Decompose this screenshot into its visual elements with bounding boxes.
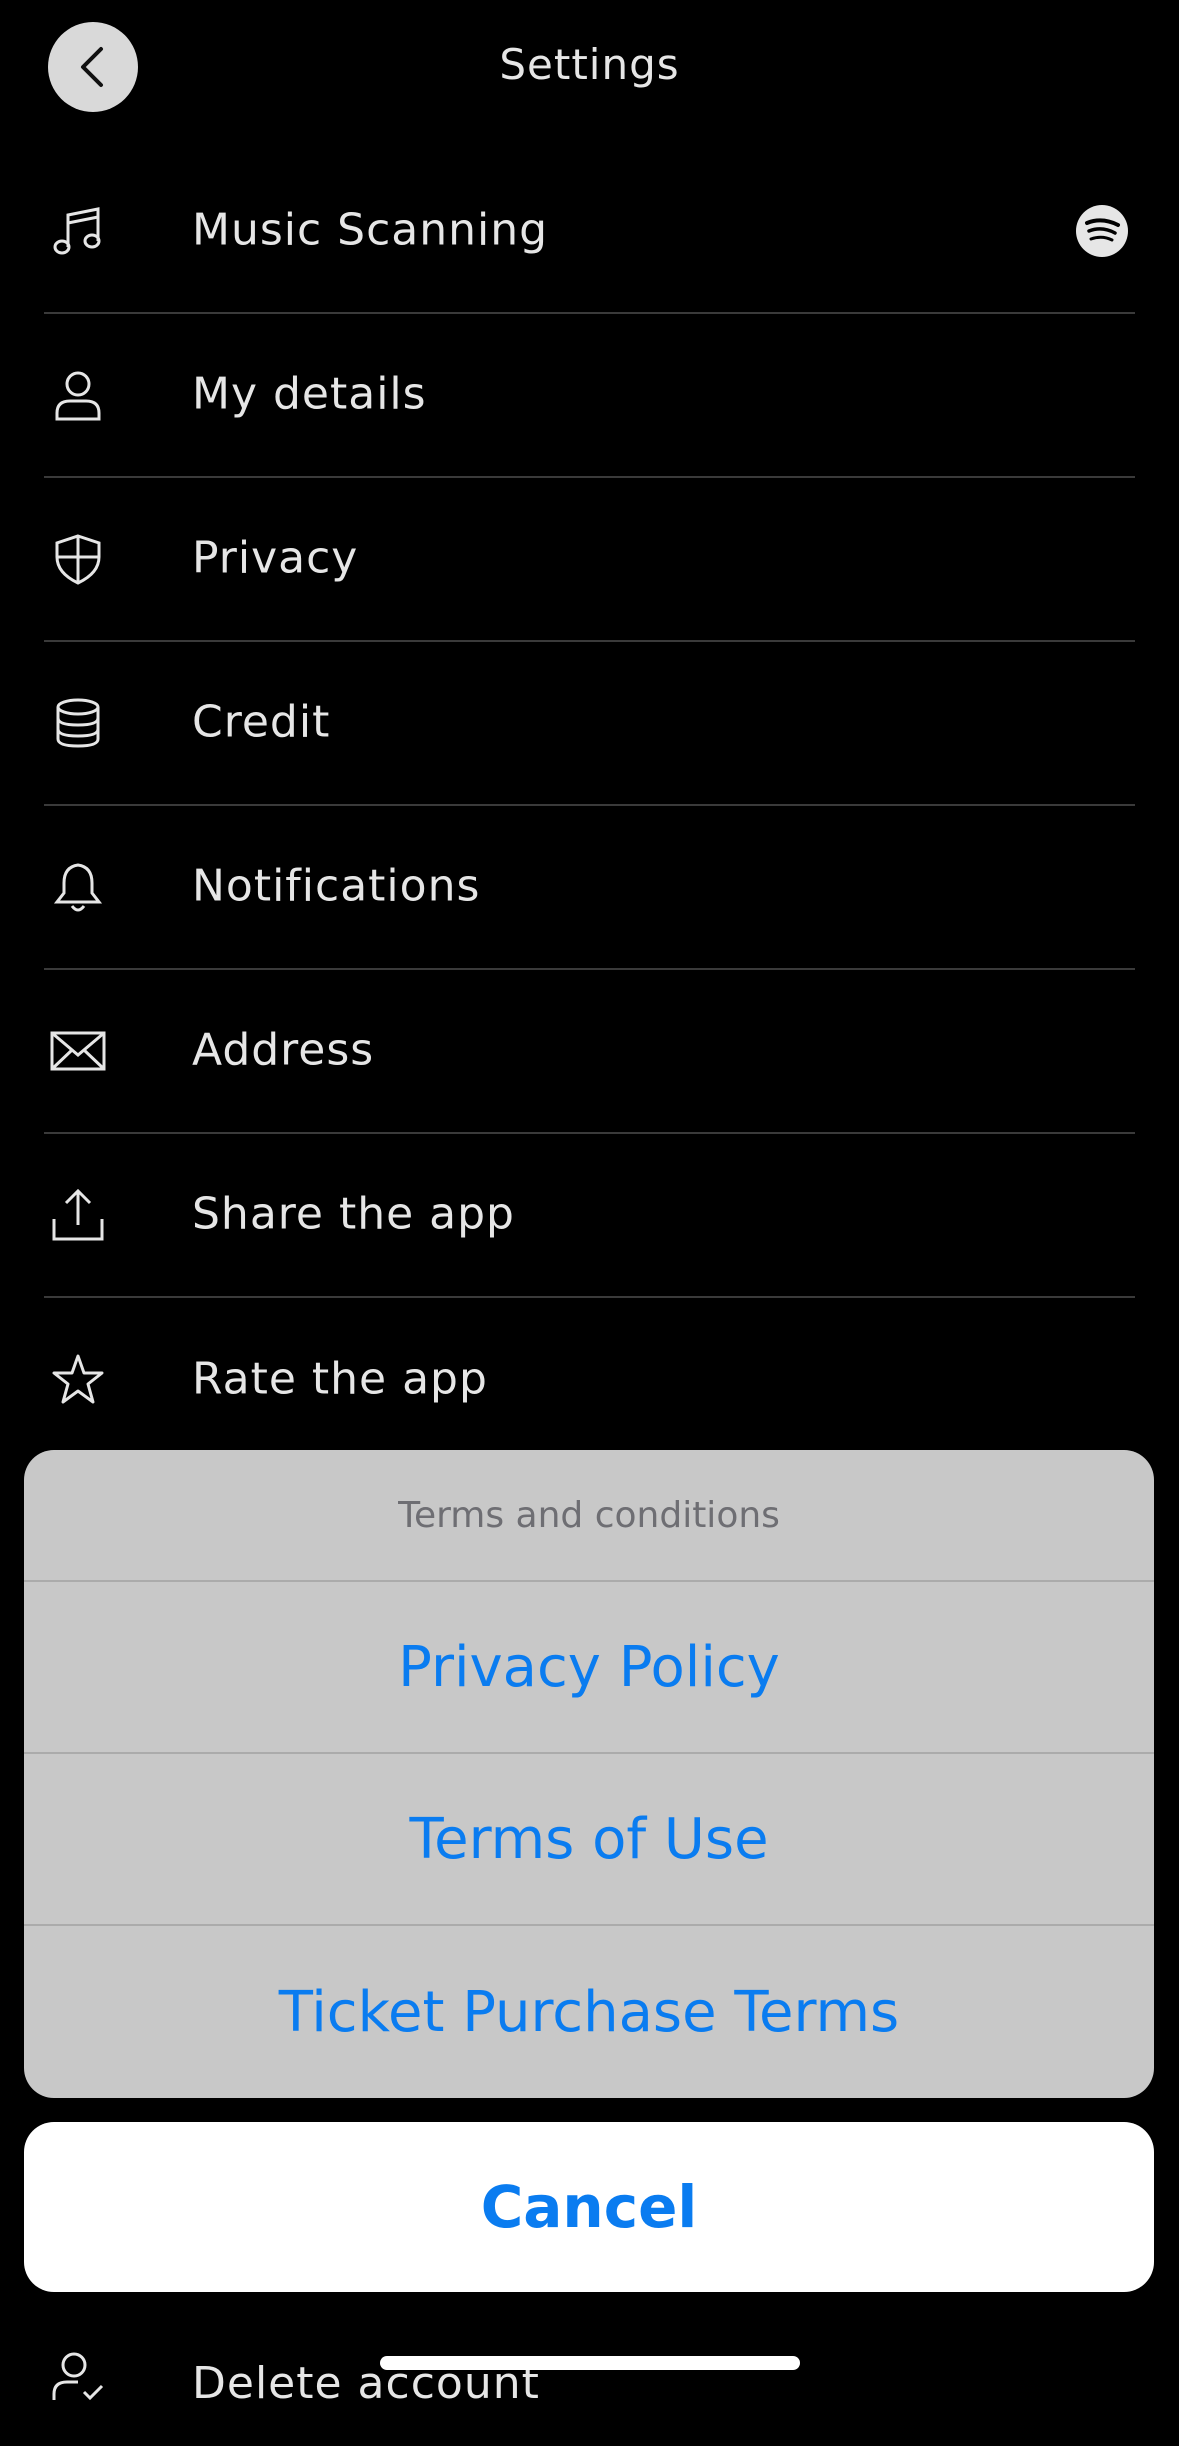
ticket-purchase-terms-option[interactable]: Ticket Purchase Terms bbox=[24, 1926, 1154, 2098]
settings-item-label: Privacy bbox=[192, 532, 359, 584]
settings-item-address[interactable]: Address bbox=[44, 970, 1135, 1134]
coins-stack-icon bbox=[50, 695, 106, 751]
settings-item-label: Address bbox=[192, 1024, 375, 1076]
settings-item-label: Rate the app bbox=[192, 1353, 488, 1405]
spotify-icon bbox=[1075, 204, 1129, 258]
star-icon bbox=[50, 1352, 106, 1408]
settings-item-my-details[interactable]: My details bbox=[44, 314, 1135, 478]
settings-item-music-scanning[interactable]: Music Scanning bbox=[44, 150, 1135, 314]
home-indicator[interactable] bbox=[380, 2356, 800, 2370]
header: Settings bbox=[0, 0, 1179, 134]
settings-item-share-the-app[interactable]: Share the app bbox=[44, 1134, 1135, 1298]
privacy-policy-option[interactable]: Privacy Policy bbox=[24, 1582, 1154, 1754]
settings-item-label: Notifications bbox=[192, 860, 481, 912]
action-sheet-title: Terms and conditions bbox=[24, 1450, 1154, 1582]
settings-list: Music Scanning My details Privacy Credit… bbox=[0, 150, 1179, 1462]
share-icon bbox=[50, 1187, 106, 1243]
envelope-icon bbox=[50, 1023, 106, 1079]
bell-icon bbox=[50, 859, 106, 915]
settings-item-credit[interactable]: Credit bbox=[44, 642, 1135, 806]
settings-item-label: Music Scanning bbox=[192, 204, 549, 256]
settings-item-delete-account[interactable]: Delete account bbox=[44, 2326, 1135, 2446]
settings-item-label: Share the app bbox=[192, 1188, 515, 1240]
music-note-icon bbox=[50, 203, 106, 259]
settings-item-label: Credit bbox=[192, 696, 331, 748]
shield-icon bbox=[50, 531, 106, 587]
terms-of-use-option[interactable]: Terms of Use bbox=[24, 1754, 1154, 1926]
person-icon bbox=[50, 367, 106, 423]
page-title: Settings bbox=[499, 40, 680, 89]
settings-item-notifications[interactable]: Notifications bbox=[44, 806, 1135, 970]
settings-item-privacy[interactable]: Privacy bbox=[44, 478, 1135, 642]
settings-item-label: My details bbox=[192, 368, 427, 420]
cancel-button[interactable]: Cancel bbox=[24, 2122, 1154, 2292]
action-sheet: Terms and conditions Privacy Policy Term… bbox=[24, 1450, 1154, 2098]
settings-item-rate-the-app[interactable]: Rate the app bbox=[44, 1298, 1135, 1462]
